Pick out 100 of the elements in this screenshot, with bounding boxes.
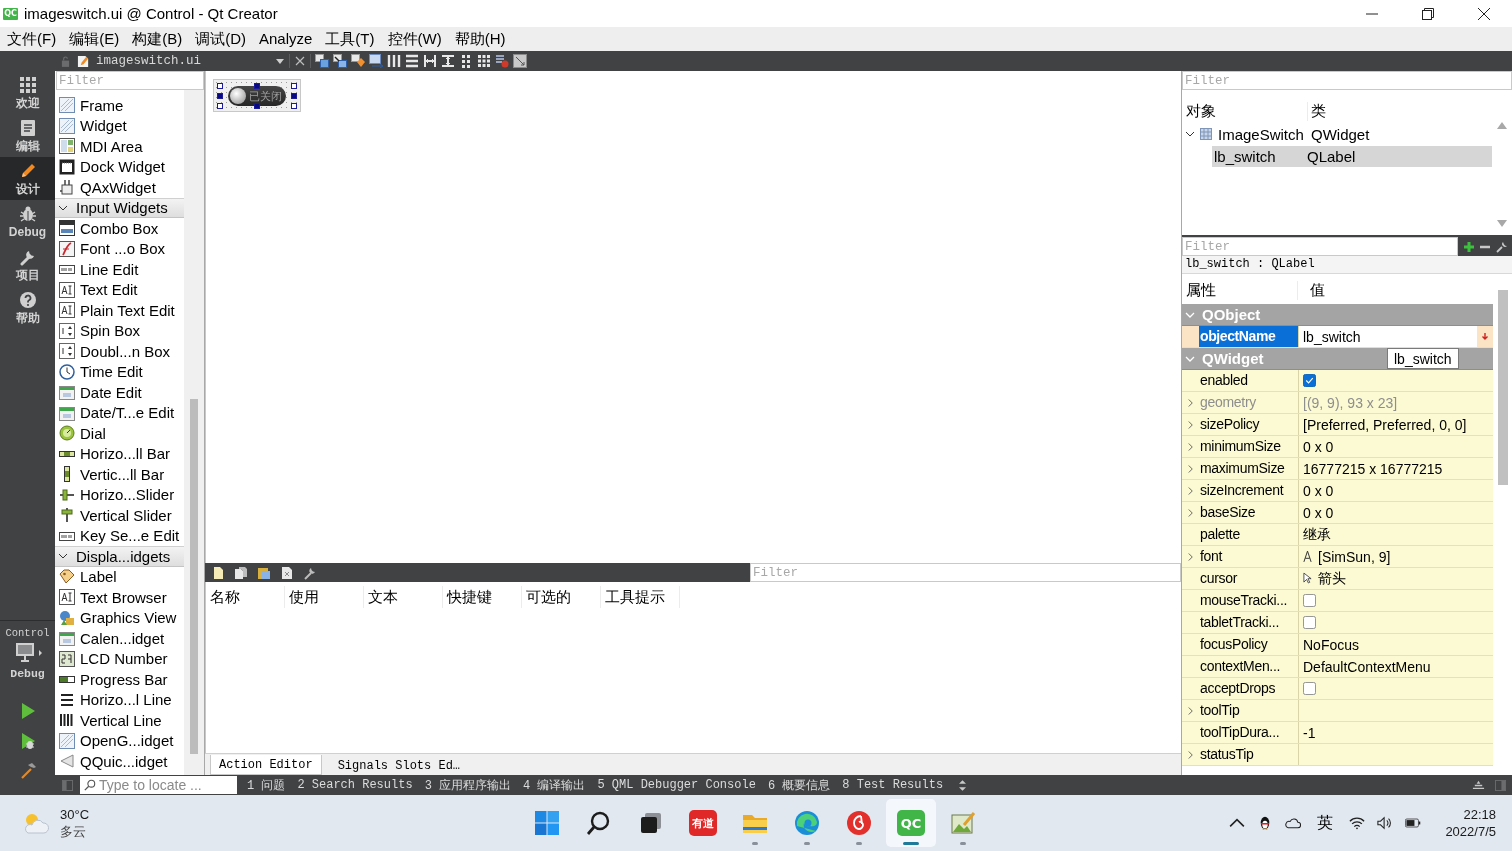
windows-arrow-icon[interactable] [333,54,347,68]
clock-time[interactable]: 22:18 [1463,806,1496,823]
menu-item[interactable]: 帮助(H) [447,29,512,49]
tree-item[interactable]: lb_switch QLabel [1212,145,1492,167]
widget-list-item[interactable]: Doubl...n Box [80,341,171,361]
widget-list-item[interactable]: QAxWidget [80,177,156,197]
property-name[interactable]: palette [1199,524,1298,545]
widget-list-item[interactable]: Dial [80,423,106,443]
form-layout-icon[interactable] [459,54,473,68]
property-name[interactable]: minimumSize [1199,436,1298,457]
widget-list-item[interactable]: QQuic...idget [80,751,168,771]
widget-list-item[interactable]: Key Se...e Edit [80,526,180,546]
widget-list-item[interactable]: Graphics View [80,608,177,628]
widget-list-item[interactable]: MDI Area [80,136,143,156]
new-page-icon[interactable] [211,565,225,580]
widget-list-item[interactable]: Date Edit [80,382,142,402]
chevron-right-icon[interactable] [1187,419,1194,430]
widget-list-item[interactable]: Plain Text Edit [80,300,175,320]
output-pane-button[interactable]: 8 Test Results [842,778,944,792]
checkbox[interactable] [1303,682,1316,695]
taskbar-button[interactable]: 有道 [678,799,728,847]
chevron-up-icon[interactable] [1229,816,1246,830]
wifi-icon[interactable] [1349,816,1366,830]
up-arrow-icon[interactable] [1497,122,1507,129]
property-name[interactable]: baseSize [1199,502,1298,523]
property-value[interactable]: 0 x 0 [1303,438,1334,455]
property-value[interactable]: -1 [1303,724,1316,741]
output-pane-button[interactable]: 2 Search Results [297,778,413,792]
filter-field[interactable]: Filter [1182,237,1458,256]
widget-list-item[interactable]: Spin Box [80,321,141,341]
chevron-right-icon[interactable] [1187,705,1194,716]
battery-icon[interactable] [1405,816,1422,830]
chevron-right-icon[interactable] [1187,463,1194,474]
column-header[interactable]: 快捷键 [443,586,522,608]
progress-details-icon[interactable] [1472,779,1485,791]
selection-handle[interactable] [217,103,223,109]
windows-icon[interactable] [315,54,329,68]
menu-item[interactable]: 控件(W) [380,29,448,49]
property-value[interactable]: 0 x 0 [1303,482,1334,499]
menu-item[interactable]: Analyze [252,29,319,49]
output-pane-button[interactable]: 4 编译输出 [523,776,586,794]
grid-layout-icon[interactable] [477,54,491,68]
clipboard-icon[interactable] [257,565,271,580]
filter-field[interactable]: Filter [750,563,1181,582]
menu-item[interactable]: 构建(B) [125,29,189,49]
tree-item[interactable]: ImageSwitch QWidget [1216,123,1492,145]
vertical-split-icon[interactable] [441,54,455,68]
widget-list-item[interactable]: Time Edit [80,362,143,382]
property-name[interactable]: maximumSize [1199,458,1298,479]
column-header[interactable]: 类 [1308,101,1326,121]
filter-field[interactable]: Filter [56,71,204,90]
filter-field[interactable]: Filter [1182,71,1512,90]
output-pane-button[interactable]: 1 问题 [247,776,286,794]
property-value[interactable]: 继承 [1303,525,1331,544]
widget-list-item[interactable]: OpenG...idget [80,731,174,751]
selection-handle[interactable] [254,83,260,89]
reset-arrow-icon[interactable] [1481,331,1489,342]
property-name[interactable]: toolTip [1199,700,1298,721]
widget-list-item[interactable]: Line Edit [80,259,139,279]
widget-list-item[interactable]: Text Edit [80,280,138,300]
columns-icon[interactable] [387,54,401,68]
widget-list-item[interactable]: Label [80,567,117,587]
widget-list-item[interactable]: Progress Bar [80,669,168,689]
property-name[interactable]: toolTipDura... [1199,722,1298,743]
property-name[interactable]: objectName [1199,326,1298,347]
toggle-switch-image[interactable]: 已关闭 [228,86,286,106]
close-icon[interactable] [295,56,305,66]
mode-button[interactable]: 项目 [0,243,55,286]
pages-icon[interactable] [234,565,248,580]
checkbox[interactable] [1303,616,1316,629]
selection-handle[interactable] [217,93,223,99]
chevron-down-icon[interactable] [1185,129,1195,139]
plus-icon[interactable] [1462,240,1475,253]
chevron-right-icon[interactable] [1187,551,1194,562]
value-field[interactable]: lb_switch [1299,326,1477,347]
speaker-icon[interactable] [1377,816,1394,830]
widget-list-item[interactable]: Text Browser [80,587,167,607]
property-name[interactable]: mouseTracki... [1199,590,1298,611]
property-value[interactable]: 16777215 x 16777215 [1303,460,1443,477]
break-layout-icon[interactable] [495,54,509,68]
column-header[interactable]: 属性 [1182,280,1298,300]
property-name[interactable]: cursor [1199,568,1298,589]
widget-list-item[interactable]: Dock Widget [80,157,166,177]
document-selector[interactable]: imageswitch.ui [77,52,287,70]
widget-list-item[interactable]: Horizo...ll Bar [80,444,171,464]
widget-list-item[interactable]: Calen...idget [80,628,165,648]
widget-list-item[interactable]: Font ...o Box [80,239,166,259]
page-cross-icon[interactable] [280,565,294,580]
checkbox[interactable] [1303,594,1316,607]
widget-list-item[interactable]: Vertical Slider [80,505,172,525]
widget-list-item[interactable]: Horizo...Slider [80,485,175,505]
property-name[interactable]: contextMen... [1199,656,1298,677]
chevron-right-icon[interactable] [1187,749,1194,760]
column-header[interactable]: 名称 [206,586,285,608]
column-header[interactable]: 使用 [285,586,364,608]
output-pane-button[interactable]: 5 QML Debugger Console [597,778,756,792]
property-name[interactable]: font [1199,546,1298,567]
down-arrow-icon[interactable] [1497,220,1507,227]
widget-list-item[interactable]: LCD Number [80,649,168,669]
selection-handle[interactable] [291,93,297,99]
